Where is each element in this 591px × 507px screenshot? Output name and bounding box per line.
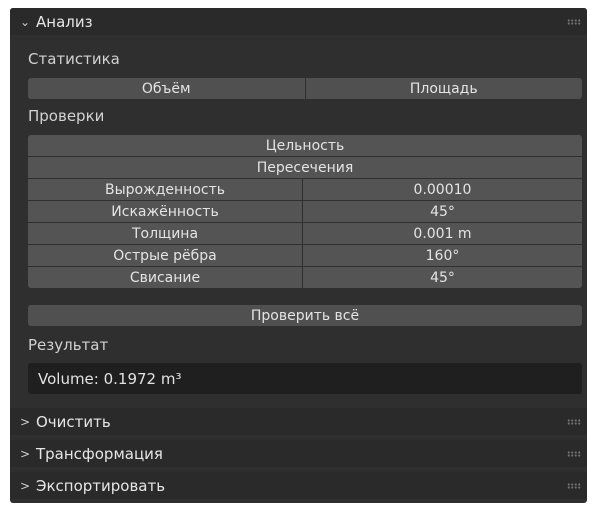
panel-header-cleanup[interactable]: > Очистить xyxy=(10,408,587,435)
section-label-result: Результат xyxy=(28,336,109,354)
checks-grid: Цельность Пересечения Вырожденность 0.00… xyxy=(28,135,582,288)
chevron-right-icon: > xyxy=(20,414,31,429)
panel-title: Трансформация xyxy=(36,444,163,463)
degenerate-threshold-field[interactable]: 0.00010 xyxy=(303,179,582,200)
addon-sidebar: ⌄ Анализ Статистика Объём Площадь Провер… xyxy=(10,8,587,503)
sharp-edges-check-button[interactable]: Острые рёбра xyxy=(28,245,302,266)
param-row-distorted: Искажённость 45° xyxy=(28,201,582,222)
drag-handle-icon[interactable] xyxy=(567,418,581,425)
chevron-right-icon: > xyxy=(20,446,31,461)
overhang-check-button[interactable]: Свисание xyxy=(28,267,302,288)
volume-button[interactable]: Объём xyxy=(28,78,305,99)
thickness-field[interactable]: 0.001 m xyxy=(303,223,582,244)
result-text: Volume: 0.1972 m³ xyxy=(38,369,182,388)
distorted-check-button[interactable]: Искажённость xyxy=(28,201,302,222)
panel-header-transform[interactable]: > Трансформация xyxy=(10,440,587,467)
overhang-angle-field[interactable]: 45° xyxy=(303,267,582,288)
panel-header-analysis[interactable]: ⌄ Анализ xyxy=(10,8,587,35)
section-label-checks: Проверки xyxy=(28,107,105,125)
drag-handle-icon[interactable] xyxy=(567,18,581,25)
chevron-down-icon: ⌄ xyxy=(20,14,31,29)
check-all-button[interactable]: Проверить всё xyxy=(28,305,582,326)
param-row-thickness: Толщина 0.001 m xyxy=(28,223,582,244)
degenerate-check-button[interactable]: Вырожденность xyxy=(28,179,302,200)
check-all-row: Проверить всё xyxy=(28,305,582,326)
sharp-edges-angle-field[interactable]: 160° xyxy=(303,245,582,266)
panel-title: Анализ xyxy=(36,12,93,31)
intersections-check-button[interactable]: Пересечения xyxy=(28,157,582,178)
solid-check-button[interactable]: Цельность xyxy=(28,135,582,156)
param-row-overhang: Свисание 45° xyxy=(28,267,582,288)
panel-title: Очистить xyxy=(36,412,111,431)
statistics-button-row: Объём Площадь xyxy=(28,78,582,99)
result-readout: Volume: 0.1972 m³ xyxy=(28,363,582,394)
distorted-angle-field[interactable]: 45° xyxy=(303,201,582,222)
drag-handle-icon[interactable] xyxy=(567,482,581,489)
section-label-statistics: Статистика xyxy=(28,50,120,68)
drag-handle-icon[interactable] xyxy=(567,450,581,457)
area-button[interactable]: Площадь xyxy=(304,78,582,99)
panel-header-export[interactable]: > Экспортировать xyxy=(10,472,587,499)
thickness-check-button[interactable]: Толщина xyxy=(28,223,302,244)
param-row-degenerate: Вырожденность 0.00010 xyxy=(28,179,582,200)
chevron-right-icon: > xyxy=(20,478,31,493)
param-row-sharp-edges: Острые рёбра 160° xyxy=(28,245,582,266)
panel-title: Экспортировать xyxy=(36,476,166,495)
